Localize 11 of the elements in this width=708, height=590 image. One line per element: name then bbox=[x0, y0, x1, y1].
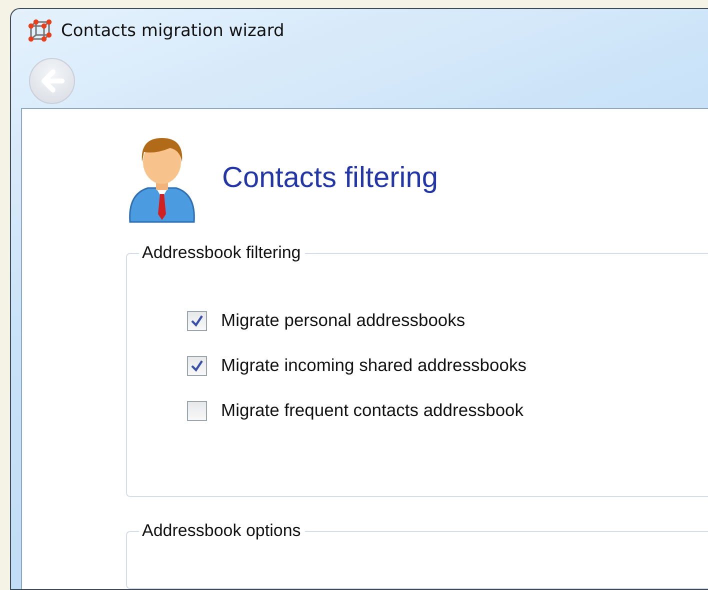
checkbox[interactable] bbox=[187, 310, 207, 330]
checkbox[interactable] bbox=[187, 400, 207, 420]
group-legend: Addressbook filtering bbox=[139, 243, 305, 263]
checkbox-label[interactable]: Migrate frequent contacts addressbook bbox=[221, 400, 524, 421]
group-legend: Addressbook options bbox=[139, 521, 305, 541]
window-title: Contacts migration wizard bbox=[61, 21, 284, 42]
checkbox[interactable] bbox=[187, 356, 207, 376]
cube-network-icon bbox=[27, 18, 53, 44]
page-heading: Contacts filtering bbox=[222, 162, 438, 194]
checkbox-label[interactable]: Migrate incoming shared addressbooks bbox=[221, 355, 526, 376]
checkbox-label[interactable]: Migrate personal addressbooks bbox=[221, 310, 466, 331]
